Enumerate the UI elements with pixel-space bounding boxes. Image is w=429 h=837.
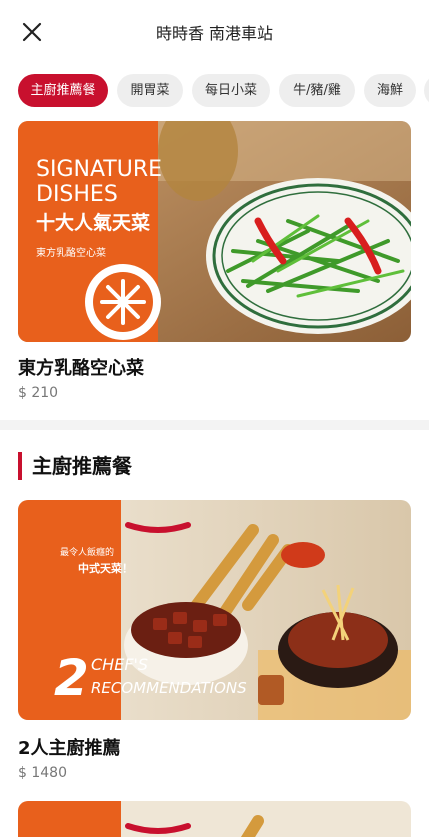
banner-text-2: RECOMMENDATIONS (91, 679, 247, 697)
banner-caption: 東方乳酪空心菜 (36, 246, 106, 259)
section-divider (0, 420, 429, 430)
tab-more[interactable] (424, 74, 429, 107)
next-menu-item-image[interactable] (18, 801, 411, 837)
section-title: 主廚推薦餐 (32, 454, 132, 478)
banner-number: 2 (54, 649, 89, 707)
banner-line-2: DISHES (36, 182, 118, 207)
banner-headline: 十大人氣天菜 (36, 211, 150, 234)
section-accent-bar (18, 452, 22, 480)
featured-dish-name[interactable]: 東方乳酪空心菜 (18, 354, 144, 380)
app-header: 時時香 南港車站 (0, 0, 429, 64)
featured-dish-image[interactable]: SIGNATURE DISHES 十大人氣天菜 東方乳酪空心菜 (18, 121, 411, 342)
category-tabs: 主廚推薦餐 開胃菜 每日小菜 牛/豬/雞 海鮮 (0, 72, 429, 110)
tab-appetizers[interactable]: 開胃菜 (117, 74, 183, 107)
tab-daily-sides[interactable]: 每日小菜 (192, 74, 270, 107)
tab-chef-recommended[interactable]: 主廚推薦餐 (18, 74, 108, 107)
brand-logo-icon (85, 264, 161, 340)
menu-item-image[interactable]: 最令人飯癮的 中式天菜！ 2 CHEF'S RECOMMENDATIONS (18, 500, 411, 720)
banner-tagline-1: 最令人飯癮的 (60, 546, 114, 558)
menu-item-price: $ 1480 (18, 765, 67, 781)
tab-seafood[interactable]: 海鮮 (364, 74, 416, 107)
banner-line-1: SIGNATURE (36, 157, 162, 182)
page-title: 時時香 南港車站 (155, 24, 274, 43)
banner-text-1: CHEF'S (91, 655, 148, 674)
featured-dish-price: $ 210 (18, 385, 59, 401)
tab-meats[interactable]: 牛/豬/雞 (279, 74, 355, 107)
menu-item-name[interactable]: 2人主廚推薦 (18, 734, 121, 760)
banner-tagline-2: 中式天菜！ (78, 561, 133, 575)
